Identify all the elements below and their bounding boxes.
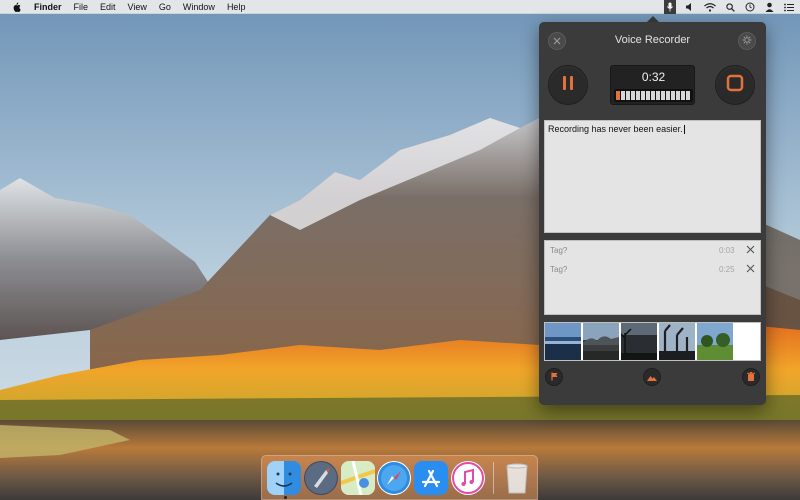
microphone-icon[interactable]	[664, 0, 676, 14]
level-segment	[656, 91, 660, 100]
close-icon	[746, 264, 754, 272]
menu-help[interactable]: Help	[227, 2, 246, 12]
gear-icon	[742, 32, 752, 50]
add-flag-button[interactable]	[545, 368, 563, 386]
dock	[261, 455, 538, 500]
level-segment	[626, 91, 630, 100]
running-indicator	[284, 496, 287, 499]
menu-view[interactable]: View	[128, 2, 147, 12]
image-icon	[647, 368, 657, 386]
photo-thumbnail[interactable]	[659, 323, 695, 360]
timer-display: 0:32	[610, 65, 695, 105]
dock-separator	[493, 462, 494, 494]
close-icon	[746, 245, 754, 253]
level-segment	[666, 91, 670, 100]
level-segment	[631, 91, 635, 100]
level-segment	[676, 91, 680, 100]
level-segment	[671, 91, 675, 100]
notes-text: Recording has never been easier.	[548, 124, 683, 134]
photo-thumbnail[interactable]	[621, 323, 657, 360]
pause-icon	[561, 75, 575, 96]
launchpad-icon[interactable]	[304, 461, 338, 495]
settings-button[interactable]	[738, 32, 756, 50]
level-segment	[681, 91, 685, 100]
tag-label[interactable]: Tag?	[550, 246, 567, 255]
trash-icon[interactable]	[500, 461, 534, 495]
safari-icon[interactable]	[377, 461, 411, 495]
time-machine-icon[interactable]	[745, 2, 755, 12]
delete-tag-button[interactable]	[744, 262, 756, 274]
text-cursor	[683, 125, 685, 135]
tag-row[interactable]: Tag? 0:03	[545, 242, 762, 258]
window-title: Voice Recorder	[614, 34, 691, 46]
level-segment	[621, 91, 625, 100]
level-segment	[636, 91, 640, 100]
level-segment	[646, 91, 650, 100]
level-meter	[614, 89, 693, 102]
photo-strip	[544, 322, 761, 361]
volume-icon[interactable]	[686, 3, 694, 11]
finder-icon[interactable]	[267, 461, 301, 495]
level-segment	[651, 91, 655, 100]
photo-thumbnail[interactable]	[697, 323, 733, 360]
search-icon[interactable]	[726, 2, 735, 12]
menu-edit[interactable]: Edit	[100, 2, 116, 12]
elapsed-time: 0:32	[641, 70, 666, 84]
menu-file[interactable]: File	[74, 2, 89, 12]
apple-icon[interactable]	[12, 1, 24, 13]
photo-thumbnail[interactable]	[545, 323, 581, 360]
status-menus	[664, 0, 794, 14]
level-segment	[661, 91, 665, 100]
menu-finder[interactable]: Finder	[34, 2, 62, 12]
list-icon[interactable]	[784, 3, 794, 12]
popover-header: Voice Recorder	[539, 22, 766, 60]
menu-bar: Finder File Edit View Go Window Help	[0, 0, 800, 14]
itunes-icon[interactable]	[451, 461, 485, 495]
menu-window[interactable]: Window	[183, 2, 215, 12]
notes-textarea[interactable]: Recording has never been easier.	[544, 120, 761, 233]
trash-icon	[747, 368, 755, 386]
user-icon[interactable]	[765, 2, 774, 12]
level-segment	[616, 91, 620, 100]
stop-button[interactable]	[715, 65, 755, 105]
stop-icon	[726, 74, 744, 97]
wifi-icon[interactable]	[704, 2, 716, 12]
delete-button[interactable]	[742, 368, 760, 386]
voice-recorder-popover: Voice Recorder 0:32 Recording has never …	[539, 22, 766, 405]
tag-row[interactable]: Tag? 0:25	[545, 261, 762, 277]
pause-button[interactable]	[548, 65, 588, 105]
photo-thumbnail[interactable]	[583, 323, 619, 360]
add-photo-button[interactable]	[643, 368, 661, 386]
tag-time: 0:25	[719, 265, 735, 274]
level-segment	[686, 91, 690, 100]
menu-go[interactable]: Go	[159, 2, 171, 12]
tag-time: 0:03	[719, 246, 735, 255]
level-segment	[641, 91, 645, 100]
tags-list: Tag? 0:03 Tag? 0:25	[544, 240, 761, 315]
flag-icon	[550, 368, 559, 386]
maps-icon[interactable]	[341, 461, 375, 495]
app-store-icon[interactable]	[414, 461, 448, 495]
delete-tag-button[interactable]	[744, 243, 756, 255]
tag-label[interactable]: Tag?	[550, 265, 567, 274]
